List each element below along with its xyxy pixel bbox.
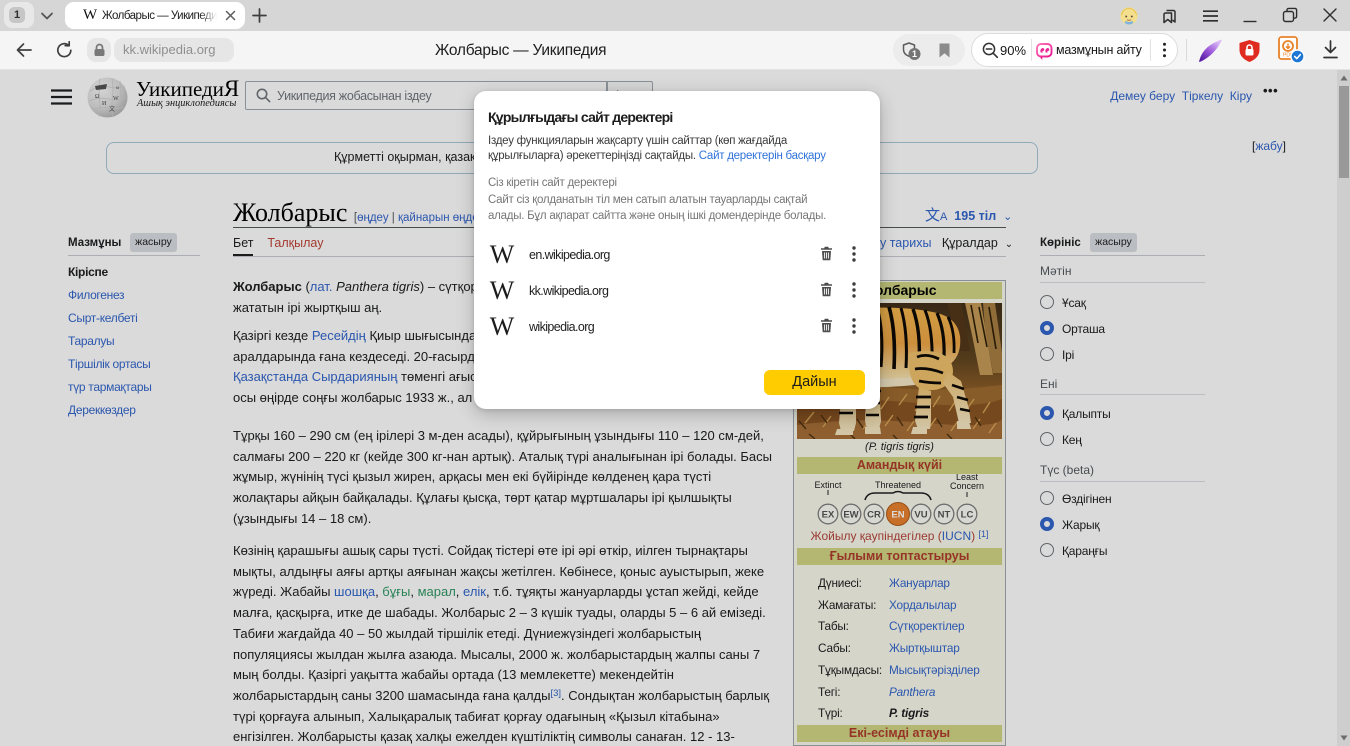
- svg-text:1: 1: [912, 49, 917, 59]
